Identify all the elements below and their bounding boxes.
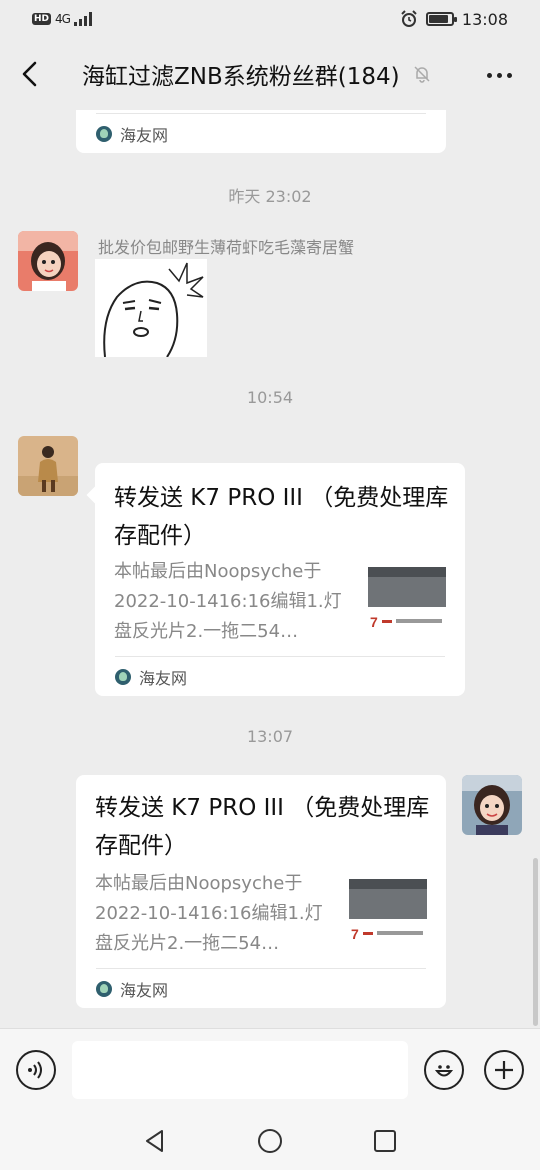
message-input[interactable]	[72, 1041, 408, 1099]
chat-title: 海缸过滤ZNB系统粉丝群(184)	[82, 64, 400, 90]
card-source: 海友网	[120, 125, 169, 145]
card-footer: 海友网	[96, 968, 426, 1008]
chevron-left-icon	[22, 61, 37, 87]
status-left: HD 4G	[32, 12, 94, 26]
sticker-face	[95, 259, 207, 358]
nav-back-icon[interactable]	[142, 1128, 168, 1154]
card-description: 本帖最后由Noopsyche于2022-10-1416:16编辑1.灯盘反光片2…	[95, 873, 323, 954]
card-source: 海友网	[139, 668, 188, 688]
more-button[interactable]	[484, 60, 514, 90]
battery-icon	[425, 12, 457, 26]
nav-recent-icon[interactable]	[372, 1128, 398, 1154]
bell-off-icon	[414, 66, 430, 83]
status-time: 13:08	[461, 9, 508, 29]
plus-button[interactable]	[484, 1050, 524, 1090]
shared-link-card[interactable]: 转发送 K7 PRO III （免费处理库存配件） 本帖最后由Noopsyche…	[95, 463, 465, 696]
status-right: 13:08	[400, 10, 508, 29]
avatar[interactable]	[18, 436, 78, 496]
source-logo-icon	[96, 125, 112, 142]
card-title: 转发送 K7 PRO III （免费处理库存配件）	[95, 795, 430, 859]
emoji-icon	[434, 1065, 454, 1077]
voice-icon	[28, 1061, 42, 1079]
chat-header: 海缸过滤ZNB系统粉丝群(184)	[0, 38, 540, 110]
avatar-photo	[462, 775, 522, 835]
battery-level	[428, 15, 448, 23]
source-logo-icon	[96, 980, 112, 997]
card-thumbnail: 7	[368, 563, 446, 641]
shared-link-card[interactable]: 转发送 K7 PRO III （免费处理库存配件） 本帖最后由Noopsyche…	[76, 775, 446, 1008]
timestamp: 昨天 23:02	[228, 187, 312, 206]
signal-icon	[73, 12, 92, 26]
nav-home-icon[interactable]	[257, 1128, 283, 1154]
more-dot	[506, 72, 512, 78]
card-title: 转发送 K7 PRO III （免费处理库存配件）	[114, 485, 449, 549]
timestamp: 13:07	[246, 727, 294, 746]
sender-name: 批发价包邮野生薄荷虾吃毛藻寄居蟹	[98, 238, 355, 257]
chat-messages[interactable]: 海友网 昨天 23:02 批发价包邮野生薄荷虾吃毛藻寄居蟹 10:54 转发送 …	[0, 110, 540, 1028]
source-logo-icon	[115, 668, 131, 685]
card-thumbnail: 7	[349, 875, 427, 953]
more-dots-icon	[486, 72, 492, 78]
thumbnail-image: 7	[349, 875, 427, 953]
card-source: 海友网	[120, 980, 169, 1000]
input-bar	[0, 1028, 540, 1112]
more-dot	[496, 72, 502, 78]
timestamp: 10:54	[246, 388, 294, 407]
svg-text:7: 7	[370, 614, 378, 630]
shared-link-card[interactable]: 海友网	[76, 110, 446, 153]
status-bar: HD 4G 13:08	[0, 0, 540, 38]
svg-text:7: 7	[351, 926, 359, 942]
sticker-image[interactable]	[95, 259, 207, 358]
alarm-icon	[401, 10, 417, 27]
plus-icon	[495, 1061, 513, 1079]
card-description: 本帖最后由Noopsyche于2022-10-1416:16编辑1.灯盘反光片2…	[114, 561, 342, 642]
system-nav-bar	[0, 1112, 540, 1170]
avatar-photo	[18, 231, 78, 291]
card-footer: 海友网	[115, 656, 445, 696]
chat-scrollbar[interactable]	[533, 858, 538, 1026]
voice-button[interactable]	[16, 1050, 56, 1090]
avatar[interactable]	[462, 775, 522, 835]
hd-badge: HD	[32, 13, 52, 25]
avatar-photo	[18, 436, 78, 496]
network-type: 4G	[55, 12, 71, 26]
card-footer: 海友网	[96, 113, 426, 153]
emoji-button[interactable]	[424, 1050, 464, 1090]
avatar[interactable]	[18, 231, 78, 291]
back-button[interactable]	[0, 38, 60, 110]
thumbnail-image: 7	[368, 563, 446, 641]
